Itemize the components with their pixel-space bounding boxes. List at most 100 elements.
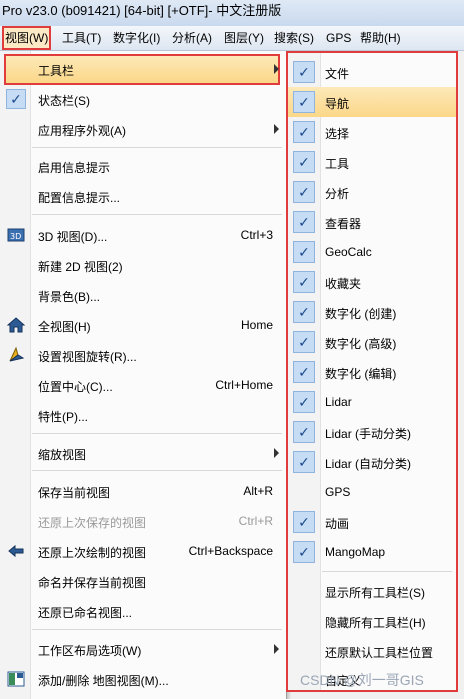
- check-icon: ✓: [293, 271, 315, 293]
- toolbar-item-label: 数字化 (创建): [325, 307, 397, 321]
- toolbar-item[interactable]: GPS: [288, 477, 456, 507]
- check-icon: ✓: [293, 541, 315, 563]
- toolbar-item-label: 文件: [325, 67, 350, 81]
- toolbar-item-label: Lidar (自动分类): [325, 457, 412, 471]
- check-icon: ✓: [293, 421, 315, 443]
- toolbar-item[interactable]: ✓ Lidar (自动分类): [288, 447, 456, 477]
- toolbar-item[interactable]: ✓ 工具: [288, 147, 456, 177]
- submenu-arrow-icon: [274, 124, 279, 134]
- check-icon: ✓: [293, 241, 315, 263]
- toolbar-item-label: Lidar: [325, 395, 352, 409]
- check-icon: ✓: [6, 89, 26, 109]
- menu-item-full-view[interactable]: 全视图(H) Home: [0, 311, 286, 340]
- menu-item-new-2d-view[interactable]: 新建 2D 视图(2): [0, 251, 286, 280]
- toolbar-item-label: 数字化 (编辑): [325, 367, 397, 381]
- toolbar-item-label: 选择: [325, 127, 350, 141]
- submenu-arrow-icon: [274, 644, 279, 654]
- menu-analysis[interactable]: 分析(A): [172, 26, 212, 50]
- toolbar-item[interactable]: ✓ 数字化 (高级): [288, 327, 456, 357]
- check-icon: ✓: [293, 301, 315, 323]
- menu-item-workspace-layout[interactable]: 工作区布局选项(W): [0, 635, 286, 664]
- menu-item-center[interactable]: 位置中心(C)... Ctrl+Home: [0, 371, 286, 400]
- toolbar-item-label: 导航: [325, 97, 350, 111]
- menu-item-restore-default-toolbars[interactable]: 还原默认工具栏位置: [288, 636, 456, 666]
- menu-gps[interactable]: GPS: [326, 26, 351, 50]
- menu-item-zoom[interactable]: 缩放视图: [0, 439, 286, 468]
- menu-item-toolbar[interactable]: 工具栏: [0, 55, 286, 84]
- separator: [32, 470, 282, 471]
- toolbar-item[interactable]: ✓ 选择: [288, 117, 456, 147]
- menu-item-name-save-view[interactable]: 命名并保存当前视图: [0, 567, 286, 596]
- menu-item-show-all-toolbars[interactable]: 显示所有工具栏(S): [288, 576, 456, 606]
- check-icon: ✓: [293, 511, 315, 533]
- toolbar-item-label: GPS: [325, 485, 351, 499]
- view-menu: 工具栏 ✓ 状态栏(S) 应用程序外观(A) 启用信息提示 配置信息提示... …: [0, 51, 287, 699]
- toolbar-item-label: Lidar (手动分类): [325, 427, 412, 441]
- toolbar-item[interactable]: ✓ 收藏夹: [288, 267, 456, 297]
- toolbar-item[interactable]: ✓ 数字化 (编辑): [288, 357, 456, 387]
- menu-item-restore-drawn-view[interactable]: 还原上次绘制的视图 Ctrl+Backspace: [0, 537, 286, 566]
- toolbar-item[interactable]: ✓ 动画: [288, 507, 456, 537]
- toolbar-item-label: 收藏夹: [325, 277, 362, 291]
- toolbar-item-label: 数字化 (高级): [325, 337, 397, 351]
- toolbar-item[interactable]: ✓ 文件: [288, 57, 456, 87]
- toolbar-item-label: 工具: [325, 157, 350, 171]
- menu-item-app-appearance[interactable]: 应用程序外观(A): [0, 115, 286, 144]
- menu-view[interactable]: 视图(W): [2, 26, 52, 50]
- menu-layers[interactable]: 图层(Y): [224, 26, 264, 50]
- map-views-icon: [7, 671, 25, 687]
- toolbar-item[interactable]: ✓ GeoCalc: [288, 237, 456, 267]
- menu-item-startup-tips[interactable]: 启用信息提示: [0, 152, 286, 181]
- toolbar-item[interactable]: ✓ Lidar (手动分类): [288, 417, 456, 447]
- submenu-arrow-icon: [274, 448, 279, 458]
- menu-item-set-rotation[interactable]: 设置视图旋转(R)...: [0, 341, 286, 370]
- menu-item-save-view[interactable]: 保存当前视图 Alt+R: [0, 477, 286, 506]
- check-icon: ✓: [293, 211, 315, 233]
- toolbar-item[interactable]: ✓ 查看器: [288, 207, 456, 237]
- menu-item-add-remove-map-view[interactable]: 添加/删除 地图视图(M)...: [0, 665, 286, 694]
- menu-digitize[interactable]: 数字化(I): [113, 26, 160, 50]
- submenu-arrow-icon: [274, 64, 279, 74]
- toolbar-item-label: 查看器: [325, 217, 362, 231]
- check-icon: ✓: [293, 61, 315, 83]
- toolbar-item[interactable]: ✓ 数字化 (创建): [288, 297, 456, 327]
- menu-item-restore-saved-view: 还原上次保存的视图 Ctrl+R: [38, 514, 273, 530]
- separator: [32, 433, 282, 434]
- menu-bar: 视图(W) 工具(T) 数字化(I) 分析(A) 图层(Y) 搜索(S) GPS…: [0, 26, 464, 51]
- toolbar-item-label: MangoMap: [325, 545, 386, 559]
- toolbar-item[interactable]: ✓ MangoMap: [288, 537, 456, 567]
- separator: [32, 147, 282, 148]
- toolbar-item-label: 动画: [325, 517, 350, 531]
- svg-text:3D: 3D: [10, 232, 21, 241]
- menu-item-hide-all-toolbars[interactable]: 隐藏所有工具栏(H): [288, 606, 456, 636]
- check-icon: ✓: [293, 91, 315, 113]
- separator: [322, 571, 452, 572]
- menu-item-config-tips[interactable]: 配置信息提示...: [0, 182, 286, 211]
- separator: [32, 629, 282, 630]
- back-arrow-icon: [8, 544, 24, 558]
- menu-item-properties[interactable]: 特性(P)...: [0, 401, 286, 430]
- check-icon: ✓: [293, 151, 315, 173]
- menu-help[interactable]: 帮助(H): [360, 26, 401, 50]
- compass-rotate-icon: [9, 346, 25, 362]
- check-icon: ✓: [293, 451, 315, 473]
- menu-search[interactable]: 搜索(S): [274, 26, 314, 50]
- toolbar-item[interactable]: ✓ 导航: [288, 87, 456, 117]
- toolbar-item-label: 分析: [325, 187, 350, 201]
- home-icon: [7, 317, 25, 333]
- toolbar-submenu: ✓ 文件 ✓ 导航 ✓ 选择 ✓ 工具 ✓ 分析 ✓ 查看器 ✓ GeoCalc ✓ 收藏夹 ✓ 数字化 (创建)…: [286, 51, 458, 692]
- toolbar-item[interactable]: ✓ Lidar: [288, 387, 456, 417]
- menu-item-statusbar[interactable]: ✓ 状态栏(S): [0, 85, 286, 114]
- check-icon: ✓: [293, 331, 315, 353]
- check-icon: ✓: [293, 391, 315, 413]
- menu-tools[interactable]: 工具(T): [62, 26, 101, 50]
- toolbar-item[interactable]: ✓ 分析: [288, 177, 456, 207]
- menu-item-background-color[interactable]: 背景色(B)...: [0, 281, 286, 310]
- menu-item-restore-named-view[interactable]: 还原已命名视图...: [0, 597, 286, 626]
- separator: [32, 214, 282, 215]
- 3d-cube-icon: 3D: [7, 228, 25, 242]
- menu-item-3d-view[interactable]: 3D 3D 视图(D)... Ctrl+3: [0, 221, 286, 250]
- check-icon: ✓: [293, 121, 315, 143]
- check-icon: ✓: [293, 361, 315, 383]
- window-title: Pro v23.0 (b091421) [64-bit] [+OTF]- 中文注…: [0, 0, 464, 26]
